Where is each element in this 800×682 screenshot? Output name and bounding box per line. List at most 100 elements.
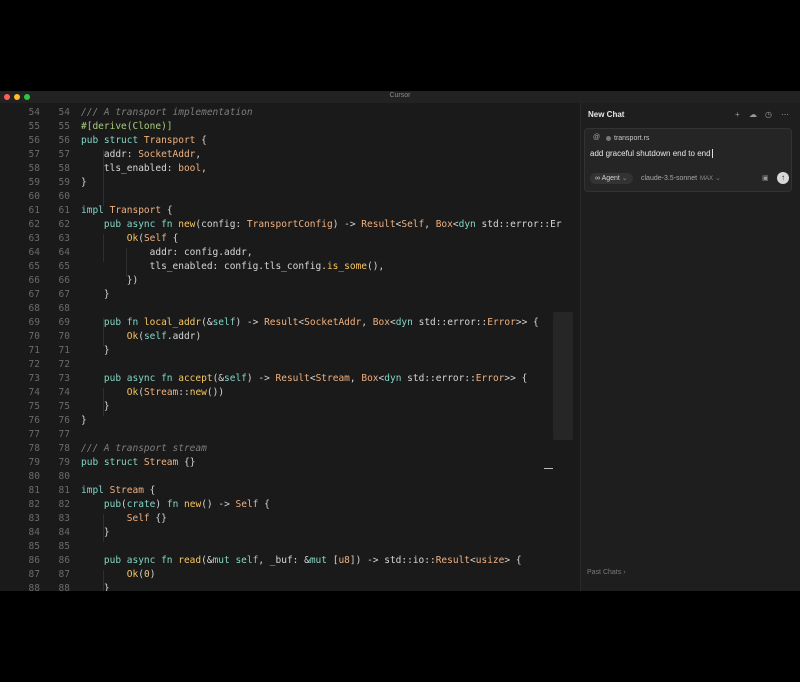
code-text: Self {}	[126, 513, 167, 524]
line-number: 74	[28, 387, 40, 398]
code-line[interactable]: 81 81 impl Stream {	[0, 484, 580, 498]
code-text: Ok(0)	[126, 569, 156, 580]
window-title: Cursor	[389, 92, 411, 99]
line-number: 66	[58, 275, 70, 286]
line-number: 79	[28, 457, 40, 468]
line-number: 84	[58, 527, 70, 538]
code-line[interactable]: 77 77	[0, 428, 580, 442]
line-number: 55	[58, 121, 70, 132]
line-number: 65	[58, 261, 70, 272]
code-line[interactable]: 64 64 addr: config.addr,	[0, 246, 580, 260]
line-number: 71	[58, 345, 70, 356]
code-line[interactable]: 75 75 }	[0, 400, 580, 414]
code-text: impl Stream {	[81, 485, 156, 496]
code-text: pub(crate) fn new() -> Self {	[81, 499, 270, 510]
line-number: 64	[58, 247, 70, 258]
code-editor[interactable]: 54 54 /// A transport implementation 55 55 #[…	[0, 103, 580, 591]
code-line[interactable]: 80 80	[0, 470, 580, 484]
line-number: 88	[58, 583, 70, 591]
line-number: 84	[28, 527, 40, 538]
history-icon[interactable]: ◷	[765, 111, 772, 119]
code-line[interactable]: 66 66 })	[0, 274, 580, 288]
code-line[interactable]: 82 82 pub(crate) fn new() -> Self {	[0, 498, 580, 512]
context-chip[interactable]: transport.rs	[606, 134, 649, 143]
indent-guide	[103, 388, 104, 416]
code-line[interactable]: 70 70 Ok(self.addr)	[0, 330, 580, 344]
line-number: 64	[28, 247, 40, 258]
chat-input[interactable]: add graceful shutdown end to end	[590, 149, 713, 159]
line-number: 59	[58, 177, 70, 188]
model-label: claude-3.5-sonnet	[641, 175, 698, 182]
line-number: 80	[28, 471, 40, 482]
code-line[interactable]: 72 72	[0, 358, 580, 372]
code-line[interactable]: 78 78 /// A transport stream	[0, 442, 580, 456]
send-button[interactable]: ↑	[777, 172, 789, 184]
line-number: 75	[28, 401, 40, 412]
code-line[interactable]: 85 85	[0, 540, 580, 554]
code-line[interactable]: 83 83 Self {}	[0, 512, 580, 526]
code-text: }	[81, 345, 110, 356]
code-line[interactable]: 59 59}	[0, 176, 580, 190]
chat-composer[interactable]: @ transport.rs add graceful shutdown end…	[584, 128, 792, 192]
cloud-icon[interactable]: ☁	[749, 111, 757, 119]
code-line[interactable]: 62 62 pub async fn new(config: TransportC…	[0, 218, 580, 232]
plus-icon[interactable]: +	[735, 111, 740, 119]
code-line[interactable]: 79 79 pub struct Stream {}	[0, 456, 580, 470]
code-line[interactable]: 76 76}	[0, 414, 580, 428]
line-number: 60	[58, 191, 70, 202]
line-number: 78	[28, 443, 40, 454]
mode-selector[interactable]: ∞ Agent ⌄	[590, 173, 633, 184]
code-line[interactable]: 84 84 }	[0, 526, 580, 540]
code-line[interactable]: 58 58 tls_enabled: bool,	[0, 162, 580, 176]
code-line[interactable]: 65 65 tls_enabled: config.tls_config.is_s…	[0, 260, 580, 274]
line-number: 62	[58, 219, 70, 230]
line-number: 68	[58, 303, 70, 314]
line-number: 63	[28, 233, 40, 244]
indent-guide	[103, 234, 104, 262]
mention-icon[interactable]: @	[593, 134, 600, 141]
image-icon[interactable]: ▣	[762, 175, 769, 182]
code-line[interactable]: 86 86 pub async fn read(&mut self, _buf: …	[0, 554, 580, 568]
line-number: 69	[28, 317, 40, 328]
code-line[interactable]: 68 68	[0, 302, 580, 316]
line-number: 81	[28, 485, 40, 496]
code-line[interactable]: 74 74 Ok(Stream::new())	[0, 386, 580, 400]
line-number: 76	[58, 415, 70, 426]
line-number: 71	[28, 345, 40, 356]
line-number: 54	[28, 107, 40, 118]
code-text: pub struct Transport {	[81, 135, 207, 146]
line-number: 82	[28, 499, 40, 510]
line-number: 75	[58, 401, 70, 412]
code-line[interactable]: 88 88 }	[0, 582, 580, 591]
line-number: 70	[58, 331, 70, 342]
code-line[interactable]: 71 71 }	[0, 344, 580, 358]
mode-label: Agent	[601, 175, 620, 182]
line-number: 88	[28, 583, 40, 591]
code-line[interactable]: 56 56 pub struct Transport {	[0, 134, 580, 148]
more-icon[interactable]: ⋯	[781, 111, 789, 119]
code-line[interactable]: 61 61 impl Transport {	[0, 204, 580, 218]
indent-guide	[103, 514, 104, 542]
line-number: 66	[28, 275, 40, 286]
past-chats-link[interactable]: Past Chats ›	[587, 569, 626, 576]
code-text: Ok(Self {	[126, 233, 179, 244]
code-line[interactable]: 73 73 pub async fn accept(&self) -> Resul…	[0, 372, 580, 386]
line-number: 86	[58, 555, 70, 566]
line-number: 55	[28, 121, 40, 132]
code-text: })	[81, 275, 139, 286]
code-line[interactable]: 55 55 #[derive(Clone)]	[0, 120, 580, 134]
line-number: 79	[58, 457, 70, 468]
tab-new-chat[interactable]: New Chat	[585, 108, 627, 121]
code-text: }	[81, 289, 110, 300]
chevron-down-icon: ⌄	[713, 175, 721, 182]
code-line[interactable]: 60 60	[0, 190, 580, 204]
line-number: 61	[58, 205, 70, 216]
model-selector[interactable]: claude-3.5-sonnet MAX ⌄	[641, 173, 721, 184]
code-text: }	[81, 177, 87, 188]
code-line[interactable]: 87 87 Ok(0)	[0, 568, 580, 582]
code-line[interactable]: 57 57 addr: SocketAddr,	[0, 148, 580, 162]
code-line[interactable]: 69 69 pub fn local_addr(&self) -> Result<…	[0, 316, 580, 330]
code-line[interactable]: 67 67 }	[0, 288, 580, 302]
code-line[interactable]: 63 63 Ok(Self {	[0, 232, 580, 246]
code-line[interactable]: 54 54 /// A transport implementation	[0, 106, 580, 120]
